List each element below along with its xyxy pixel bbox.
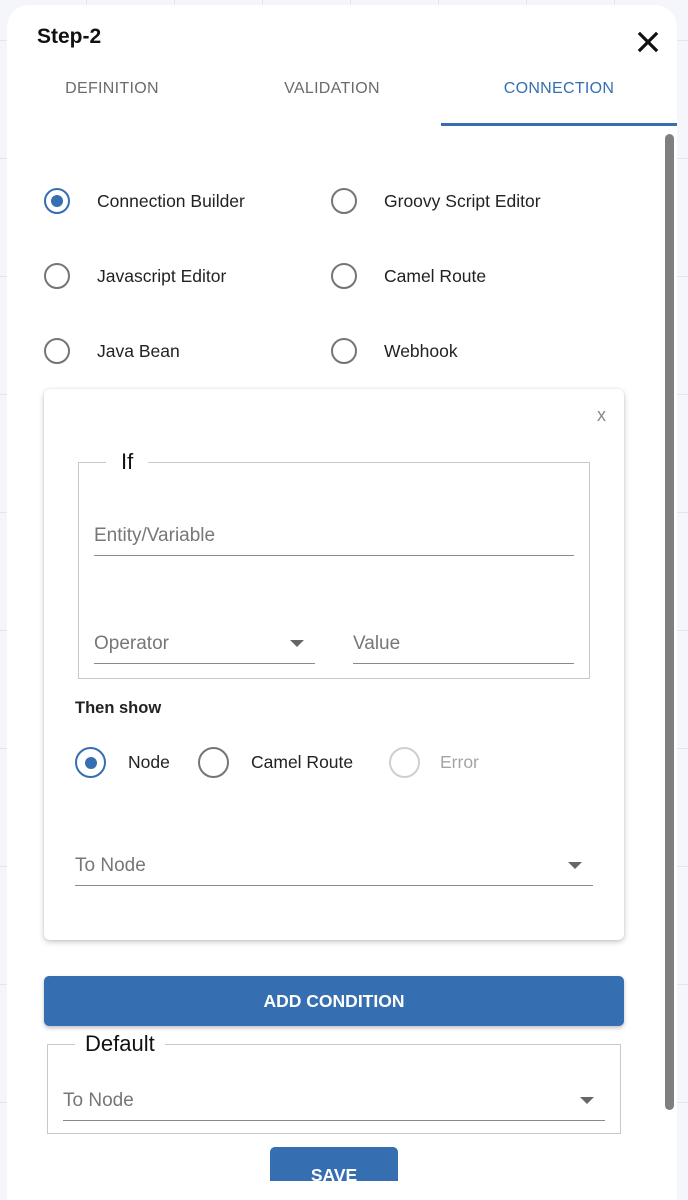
radio-circle (198, 747, 229, 778)
radio-groovy-script-editor[interactable]: Groovy Script Editor (331, 188, 541, 214)
tab-validation[interactable]: VALIDATION (217, 65, 447, 125)
default-to-node-select[interactable]: To Node (63, 1080, 605, 1121)
then-radio-node[interactable]: Node (75, 747, 170, 778)
value-input[interactable]: Value (353, 623, 574, 664)
dropdown-arrow-icon (290, 640, 304, 647)
tab-bar: DEFINITION VALIDATION CONNECTION (7, 65, 677, 127)
dialog-title: Step-2 (37, 25, 102, 48)
default-legend: Default (85, 1031, 155, 1056)
radio-label: Webhook (384, 340, 458, 361)
entity-variable-placeholder: Entity/Variable (94, 525, 216, 546)
tab-connection[interactable]: CONNECTION (441, 65, 677, 125)
default-to-node-placeholder: To Node (63, 1090, 134, 1111)
step-dialog: Step-2 DEFINITION VALIDATION CONNECTION … (7, 5, 677, 1200)
to-node-placeholder: To Node (75, 855, 146, 876)
condition-card: x If Entity/Variable Operator Value Then… (44, 389, 624, 940)
radio-label: Connection Builder (97, 190, 245, 211)
save-button[interactable]: SAVE (270, 1147, 398, 1181)
operator-placeholder: Operator (94, 633, 169, 654)
add-condition-button[interactable]: ADD CONDITION (44, 976, 624, 1026)
radio-circle (331, 338, 357, 364)
radio-circle (44, 338, 70, 364)
radio-circle (44, 188, 70, 214)
entity-variable-input[interactable]: Entity/Variable (94, 515, 574, 556)
tab-definition[interactable]: DEFINITION (7, 65, 217, 125)
then-radio-error[interactable]: Error (389, 747, 479, 778)
dropdown-arrow-icon (580, 1097, 594, 1104)
value-placeholder: Value (353, 633, 401, 654)
radio-label: Camel Route (251, 752, 354, 772)
active-tab-indicator (441, 123, 677, 126)
radio-camel-route[interactable]: Camel Route (331, 263, 486, 289)
radio-connection-builder[interactable]: Connection Builder (44, 188, 245, 214)
close-icon (637, 31, 659, 53)
radio-label: Node (128, 752, 170, 772)
radio-circle (389, 747, 420, 778)
remove-condition-button[interactable]: x (597, 405, 606, 426)
close-button[interactable] (635, 29, 661, 55)
radio-javascript-editor[interactable]: Javascript Editor (44, 263, 226, 289)
radio-circle (75, 747, 106, 778)
radio-label: Groovy Script Editor (384, 190, 541, 211)
radio-label: Error (440, 752, 479, 772)
radio-label: Java Bean (97, 340, 180, 361)
radio-webhook[interactable]: Webhook (331, 338, 458, 364)
operator-select[interactable]: Operator (94, 623, 315, 664)
radio-label: Camel Route (384, 265, 487, 286)
dropdown-arrow-icon (568, 862, 582, 869)
radio-label: Javascript Editor (97, 265, 227, 286)
then-radio-camel-route[interactable]: Camel Route (198, 747, 353, 778)
radio-circle (331, 188, 357, 214)
if-legend: If (121, 449, 134, 474)
radio-java-bean[interactable]: Java Bean (44, 338, 180, 364)
to-node-select[interactable]: To Node (75, 845, 593, 886)
radio-circle (331, 263, 357, 289)
then-show-label: Then show (75, 699, 162, 717)
radio-circle (44, 263, 70, 289)
scrollbar-thumb[interactable] (665, 134, 674, 1110)
